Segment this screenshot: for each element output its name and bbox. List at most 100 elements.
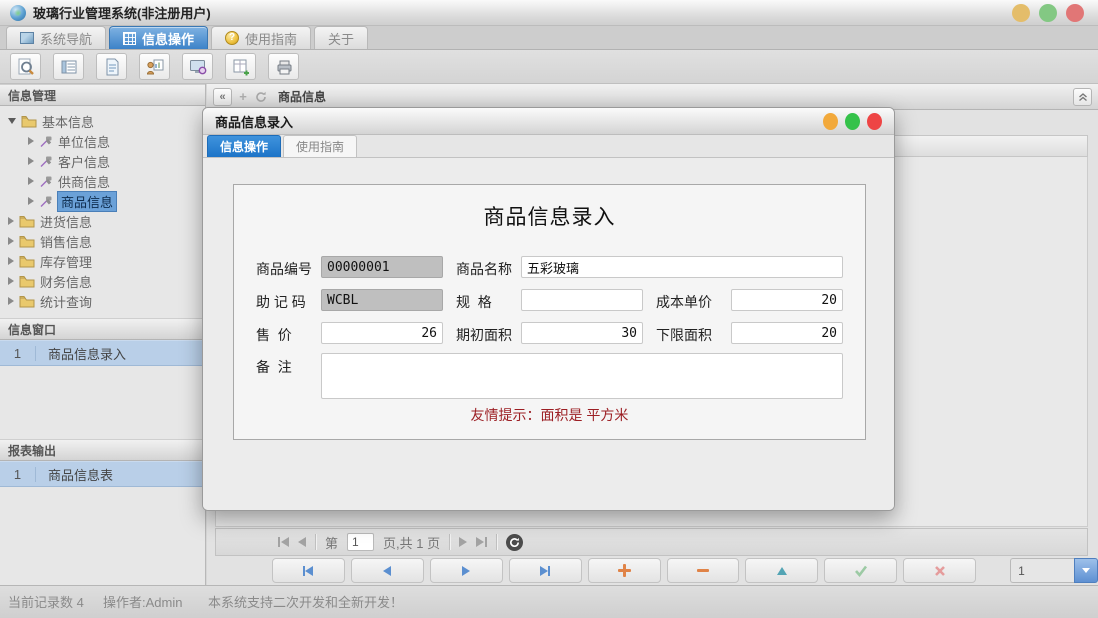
collapsed-arrow-icon[interactable] bbox=[8, 297, 14, 305]
last-page-button[interactable] bbox=[476, 537, 487, 547]
collapsed-arrow-icon[interactable] bbox=[28, 177, 34, 185]
sidebar-section-info-management[interactable]: 信息管理 bbox=[0, 84, 205, 106]
initial-area-input[interactable] bbox=[521, 322, 643, 344]
collapsed-arrow-icon[interactable] bbox=[8, 217, 14, 225]
tab-about[interactable]: 关于 bbox=[314, 26, 368, 49]
collapsed-arrow-icon[interactable] bbox=[8, 257, 14, 265]
next-page-button[interactable] bbox=[459, 537, 467, 547]
page-prefix-label: 第 bbox=[325, 533, 338, 552]
user-report-icon bbox=[145, 57, 165, 77]
collapsed-arrow-icon[interactable] bbox=[8, 237, 14, 245]
record-next-button[interactable] bbox=[430, 558, 503, 583]
record-delete-button[interactable] bbox=[667, 558, 740, 583]
tree-item-purchase-info[interactable]: 进货信息 bbox=[0, 211, 205, 231]
tree-label: 客户信息 bbox=[58, 152, 110, 171]
mnemonic-input[interactable] bbox=[321, 289, 443, 311]
tree-item-finance[interactable]: 财务信息 bbox=[0, 271, 205, 291]
tree-item-basic-info[interactable]: 基本信息 bbox=[0, 111, 205, 131]
page-number-input[interactable] bbox=[347, 533, 374, 551]
product-entry-dialog: 商品信息录入 信息操作 使用指南 商品信息录入 商品编号 商品名称 助 记 码 … bbox=[202, 107, 895, 511]
tree-item-unit-info[interactable]: 单位信息 bbox=[0, 131, 205, 151]
record-count-combobox[interactable]: 1 bbox=[1010, 558, 1098, 583]
remark-textarea[interactable] bbox=[321, 353, 843, 399]
tab-info-operation[interactable]: 信息操作 bbox=[109, 26, 208, 49]
dialog-titlebar[interactable]: 商品信息录入 bbox=[203, 108, 894, 135]
record-add-button[interactable] bbox=[588, 558, 661, 583]
sidebar-section-info-windows[interactable]: 信息窗口 bbox=[0, 318, 205, 340]
tab-user-guide[interactable]: ? 使用指南 bbox=[211, 26, 311, 49]
monitor-search-button[interactable] bbox=[182, 53, 213, 80]
expanded-arrow-icon[interactable] bbox=[8, 118, 16, 124]
product-code-label: 商品编号 bbox=[256, 259, 312, 279]
dialog-close-button[interactable] bbox=[867, 113, 882, 130]
chevron-double-up-icon bbox=[1078, 92, 1088, 102]
tab-label: 系统导航 bbox=[40, 29, 92, 48]
list-view-button[interactable] bbox=[53, 53, 84, 80]
record-edit-button[interactable] bbox=[745, 558, 818, 583]
tree-item-supplier-info[interactable]: 供商信息 bbox=[0, 171, 205, 191]
first-page-button[interactable] bbox=[278, 537, 289, 547]
product-code-input[interactable] bbox=[321, 256, 443, 278]
status-message: 本系统支持二次开发和全新开发！ bbox=[208, 592, 403, 611]
combobox-dropdown-button[interactable] bbox=[1074, 558, 1098, 583]
min-area-input[interactable] bbox=[731, 322, 843, 344]
collapse-panel-button[interactable] bbox=[1073, 88, 1092, 106]
tab-system-nav[interactable]: 系统导航 bbox=[6, 26, 106, 49]
cost-price-input[interactable] bbox=[731, 289, 843, 311]
printer-button[interactable] bbox=[268, 53, 299, 80]
tree-label: 财务信息 bbox=[40, 272, 92, 291]
collapsed-arrow-icon[interactable] bbox=[28, 137, 34, 145]
tree-item-product-info[interactable]: 商品信息 bbox=[0, 191, 205, 211]
record-last-button[interactable] bbox=[509, 558, 582, 583]
tree-item-sales-info[interactable]: 销售信息 bbox=[0, 231, 205, 251]
tree-label: 单位信息 bbox=[58, 132, 110, 151]
refresh-icon[interactable] bbox=[254, 91, 268, 103]
collapse-sidebar-button[interactable]: « bbox=[213, 88, 232, 106]
row-label: 商品信息表 bbox=[36, 465, 113, 484]
record-save-button[interactable] bbox=[824, 558, 897, 583]
sidebar-section-report-output[interactable]: 报表输出 bbox=[0, 439, 205, 461]
sale-price-label: 售 价 bbox=[256, 325, 292, 345]
dialog-tab-info-operation[interactable]: 信息操作 bbox=[207, 135, 281, 157]
tree-label: 销售信息 bbox=[40, 232, 92, 251]
spec-input[interactable] bbox=[521, 289, 643, 311]
tree-item-inventory[interactable]: 库存管理 bbox=[0, 251, 205, 271]
app-logo-icon bbox=[10, 5, 26, 21]
tools-icon bbox=[39, 175, 53, 188]
dialog-tab-user-guide[interactable]: 使用指南 bbox=[283, 135, 357, 157]
window-titlebar: 玻璃行业管理系统(非注册用户) bbox=[0, 0, 1098, 26]
sale-price-input[interactable] bbox=[321, 322, 443, 344]
list-view-icon bbox=[59, 57, 79, 77]
tab-label: 信息操作 bbox=[142, 29, 194, 48]
report-row[interactable]: 1 商品信息表 bbox=[0, 461, 205, 487]
user-report-button[interactable] bbox=[139, 53, 170, 80]
collapsed-arrow-icon[interactable] bbox=[28, 197, 34, 205]
tab-label: 使用指南 bbox=[296, 138, 344, 155]
info-window-row[interactable]: 1 商品信息录入 bbox=[0, 340, 205, 366]
minimize-button[interactable] bbox=[1012, 4, 1030, 22]
record-cancel-button[interactable] bbox=[903, 558, 976, 583]
table-add-button[interactable] bbox=[225, 53, 256, 80]
record-prev-button[interactable] bbox=[351, 558, 424, 583]
collapsed-arrow-icon[interactable] bbox=[8, 277, 14, 285]
spec-label: 规 格 bbox=[456, 292, 492, 312]
refresh-button[interactable] bbox=[506, 534, 523, 551]
maximize-button[interactable] bbox=[1039, 4, 1057, 22]
collapsed-arrow-icon[interactable] bbox=[28, 157, 34, 165]
product-name-input[interactable] bbox=[521, 256, 843, 278]
row-index: 1 bbox=[0, 467, 36, 482]
close-button[interactable] bbox=[1066, 4, 1084, 22]
dialog-maximize-button[interactable] bbox=[845, 113, 860, 130]
triangle-up-icon bbox=[777, 567, 787, 575]
tree-label-selected: 商品信息 bbox=[58, 192, 116, 211]
record-first-button[interactable] bbox=[272, 558, 345, 583]
add-tab-icon[interactable]: + bbox=[236, 89, 250, 104]
prev-page-button[interactable] bbox=[298, 537, 306, 547]
search-button[interactable] bbox=[10, 53, 41, 80]
dialog-title: 商品信息录入 bbox=[215, 112, 293, 131]
tree-item-statistics[interactable]: 统计查询 bbox=[0, 291, 205, 311]
document-button[interactable] bbox=[96, 53, 127, 80]
dialog-minimize-button[interactable] bbox=[823, 113, 838, 130]
window-controls bbox=[1012, 4, 1088, 22]
tree-item-customer-info[interactable]: 客户信息 bbox=[0, 151, 205, 171]
